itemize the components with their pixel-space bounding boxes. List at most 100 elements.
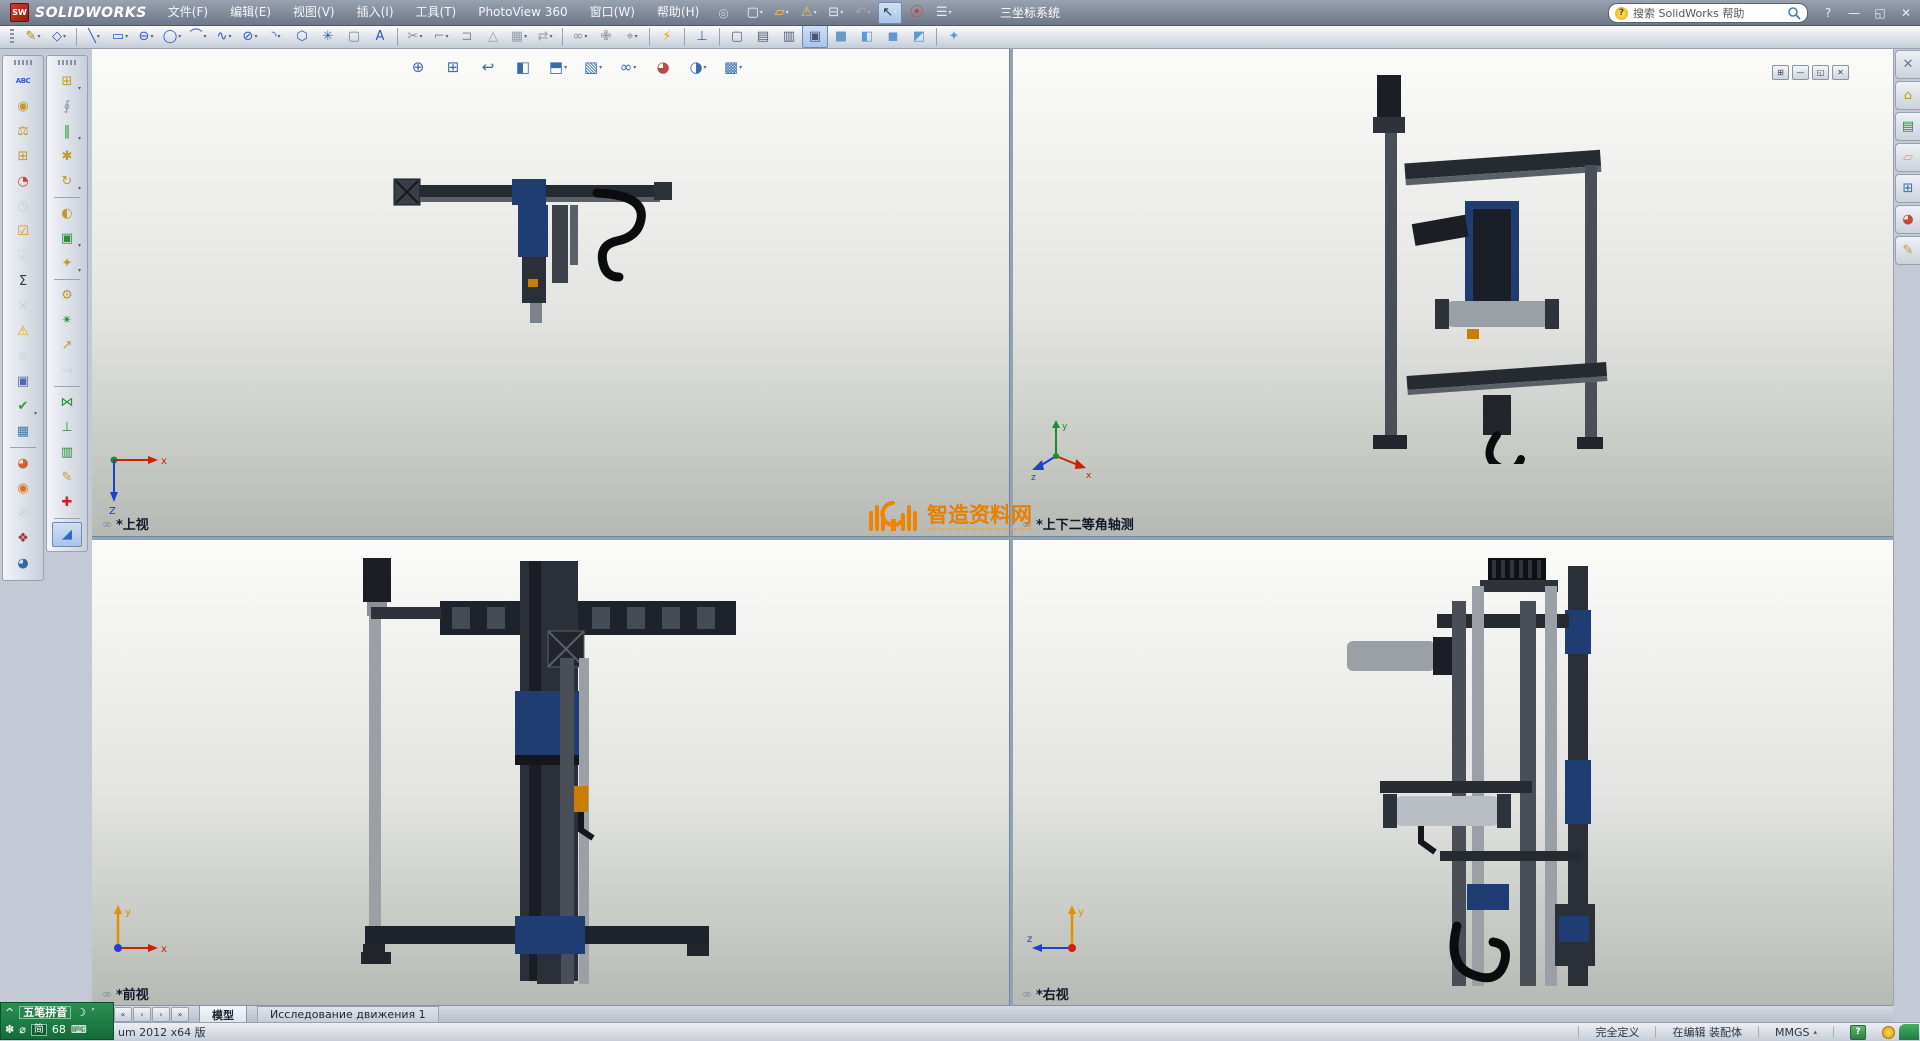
make-drawing-button[interactable]: ⚠ [797,2,821,24]
ime-moon-icon[interactable]: ☽ [76,1007,86,1018]
performance-button[interactable]: ◔ [8,169,38,194]
close-button[interactable]: ✕ [1896,6,1916,20]
tab-scroll-last[interactable]: » [171,1007,189,1022]
hidden-lines-removed-display[interactable]: ▥ [776,25,802,48]
convert-entities-tool[interactable]: ⌐ [428,25,454,48]
view-orientation-button[interactable]: ⬒ [544,55,572,79]
lightning-tool[interactable]: ⚡ [654,25,680,48]
home-tab[interactable]: ⌂ [1895,81,1920,110]
help-button[interactable]: ? [1818,6,1838,20]
new-document-button[interactable]: ▢ [743,2,767,24]
ime-punct-icon[interactable]: ’ [91,1007,95,1018]
shadows-display[interactable]: ◧ [854,25,880,48]
point-tool[interactable]: ✳ [315,25,341,48]
quick-snaps-tool[interactable]: ⌖ [619,25,645,48]
reference-geometry-button[interactable]: ✦ [52,251,82,276]
sketch-button[interactable]: ✎ [20,25,46,48]
arc-tool[interactable]: ⌒ [185,25,211,48]
ime-keyboard-icon[interactable]: ⌨ [71,1024,87,1035]
ime-collapse-icon[interactable]: ^ [5,1007,14,1018]
tab-scroll-next[interactable]: › [152,1007,170,1022]
move-component-button[interactable]: ↻ [52,169,82,194]
spell-check-button[interactable]: ABC [8,69,38,94]
edit-appearance-button[interactable]: ◕ [649,55,677,79]
zoom-fit-button[interactable]: ⊕ [404,55,432,79]
assembly-visualization-button[interactable]: ▥ [52,440,82,465]
mass-properties-button[interactable]: ⚖ [8,119,38,144]
restore-document-button[interactable]: ◱ [1812,65,1829,80]
tab-scroll-prev[interactable]: ‹ [133,1007,151,1022]
viewport-top-right[interactable]: y x z ∞ *上下二等角轴测 ⊞—◱✕ [1012,49,1893,536]
shaded-with-edges-display[interactable]: ▣ [802,25,828,48]
insert-component-button[interactable]: ⊞ [52,69,82,94]
move-copy-button[interactable]: ⊞ [8,144,38,169]
apply-scene-button[interactable]: ◑ [684,55,712,79]
explode-lines-button[interactable]: ↗ [52,333,82,358]
show-hidden-button[interactable]: ◐ [52,201,82,226]
ime-lang-toggle[interactable]: 简 [31,1024,47,1036]
design-table-button[interactable]: ▦ [8,419,38,444]
smart-dimension-button[interactable]: ◇ [46,25,72,48]
motion-study-button[interactable]: ↝ [52,358,82,383]
zoom-area-button[interactable]: ⊞ [439,55,467,79]
view-settings-button[interactable]: ▩ [719,55,747,79]
close-taskpane-button[interactable]: ✕ [1895,50,1920,79]
minimize-document-button[interactable]: — [1792,65,1809,80]
ime-hand-icon[interactable]: ✽ [5,1024,14,1035]
linear-pattern-tool[interactable]: ▦ [506,25,532,48]
equations-button[interactable]: Σ [8,269,38,294]
check-active-button[interactable]: ☑ [8,219,38,244]
open-document-button[interactable]: ▱ [770,2,794,24]
status-help[interactable]: ? [1833,1026,1882,1039]
smart-fasteners-button[interactable]: ✱ [52,144,82,169]
menu-help[interactable]: 帮助(H) [646,0,710,25]
menu-edit[interactable]: 编辑(E) [219,0,282,25]
exploded-view-button[interactable]: ✴ [52,308,82,333]
display-relations-tool[interactable]: ∞ [567,25,593,48]
tab-scroll-first[interactable]: « [114,1007,132,1022]
circle-tool[interactable]: ◯ [159,25,185,48]
attachment-button[interactable]: ∮ [52,94,82,119]
close-document-button[interactable]: ✕ [1832,65,1849,80]
compare-geometry-button[interactable]: ❖ [8,526,38,551]
ime-search-icon[interactable]: ⌀ [19,1024,26,1035]
clip-icon[interactable] [1882,1026,1895,1039]
help-icon[interactable]: ? [1850,1025,1866,1040]
ime-panel[interactable]: ^ 五笔拼音 ☽ ’ ✽ ⌀ 简 68 ⌨ [0,1002,114,1040]
assembly-features-button[interactable]: ▣ [52,226,82,251]
menu-view[interactable]: 视图(V) [282,0,346,25]
previous-view-button[interactable]: ↩ [474,55,502,79]
model-right-view[interactable] [1337,554,1617,994]
design-check-button[interactable]: ✔ [8,394,38,419]
render-button[interactable]: ◉ [8,476,38,501]
appearance-wand-tool[interactable]: ✦ [941,25,967,48]
slot-tool[interactable]: ⊖ [133,25,159,48]
model-isometric-view[interactable] [1347,69,1627,464]
minimize-button[interactable]: — [1844,6,1864,20]
selection-box-tool[interactable]: ▢ [341,25,367,48]
search-icon[interactable] [1787,6,1801,20]
menu-file[interactable]: 文件(F) [157,0,219,25]
ime-num-label[interactable]: 68 [52,1024,66,1035]
viewport-layout-button[interactable]: ⊞ [1772,65,1789,80]
polygon-tool[interactable]: ⬡ [289,25,315,48]
restore-button[interactable]: ◱ [1870,6,1890,20]
menu-photoview[interactable]: PhotoView 360 [467,0,578,25]
file-explorer-tab[interactable]: ▱ [1895,143,1920,172]
print-button[interactable]: ⊟ [824,2,848,24]
model-top-view[interactable] [392,129,712,329]
section-lines-button[interactable]: ≋ [8,344,38,369]
mate-button[interactable]: ‖ [52,119,82,144]
curvature-button[interactable]: ✕ [8,294,38,319]
trim-entities-tool[interactable]: ✂ [402,25,428,48]
fillet-tool[interactable]: ◝ [263,25,289,48]
search-box[interactable]: ? 搜索 SolidWorks 帮助 [1608,3,1808,23]
viewport-bottom-left[interactable]: y x ∞ *前视 [92,539,1009,1006]
undo-button[interactable]: ↶ [851,2,875,24]
rectangle-tool[interactable]: ▭ [107,25,133,48]
move-entities-tool[interactable]: ⇄ [532,25,558,48]
custom-properties-tab[interactable]: ✎ [1895,236,1920,265]
ime-name[interactable]: 五笔拼音 [19,1006,71,1019]
units-selector[interactable]: MMGS▴ [1758,1026,1833,1039]
section-view-button[interactable]: ◧ [509,55,537,79]
